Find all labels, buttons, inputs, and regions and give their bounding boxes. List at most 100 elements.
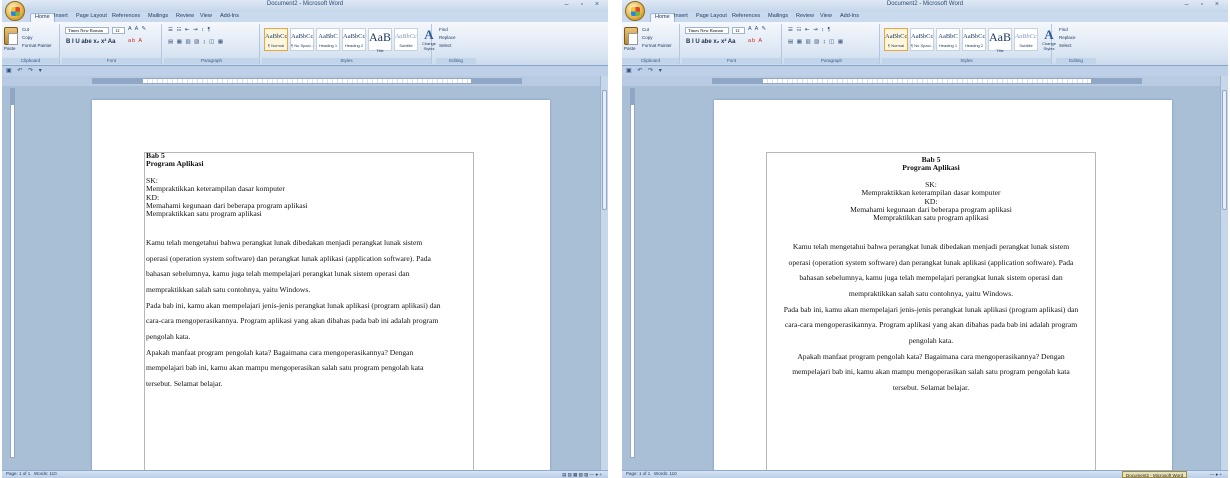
alignment-icons[interactable]: ▤ ▦ ▥ ▧ ↨ ◫ ▦ <box>168 39 224 45</box>
horizontal-ruler[interactable] <box>712 78 1142 84</box>
tab-page-layout[interactable]: Page Layout <box>76 13 107 19</box>
copy-button[interactable]: Copy <box>22 35 33 40</box>
style-title[interactable]: AaB Title <box>368 28 392 53</box>
tab-mailings[interactable]: Mailings <box>148 13 168 19</box>
tab-add-ins[interactable]: Add-Ins <box>840 13 859 19</box>
title-bar: Document2 - Microsoft Word – ▫ × <box>622 0 1228 12</box>
style-normal[interactable]: AaBbCcI ¶ Normal <box>884 28 908 51</box>
font-color-icon[interactable]: ab A <box>748 38 763 44</box>
body-line: mempraktikkan salah satu contohnya, yait… <box>146 284 311 294</box>
font-name-box[interactable]: Times New Roman <box>65 27 109 34</box>
tab-home[interactable]: Home <box>30 13 55 22</box>
style-name: Heading 1 <box>938 43 958 48</box>
select-button[interactable]: Select <box>439 43 452 48</box>
style-sample: AaBbCcI <box>291 33 313 40</box>
cut-button[interactable]: Cut <box>642 27 649 32</box>
style-subtitle[interactable]: AaBbCc Subtitle <box>394 28 418 51</box>
font-size-box[interactable]: 12 <box>732 27 745 34</box>
tab-references[interactable]: References <box>732 13 760 19</box>
find-button[interactable]: Find <box>439 27 448 32</box>
replace-button[interactable]: Replace <box>1059 35 1076 40</box>
style-subtitle[interactable]: AaBbCc Subtitle <box>1014 28 1038 51</box>
list-indent-icons[interactable]: ☰ ☷ ⇤ ⇥ ↕ ¶ <box>788 27 831 33</box>
office-button[interactable] <box>5 1 25 21</box>
grow-shrink-font-icons[interactable]: A A ✎ <box>128 26 147 32</box>
body-line: cara-cara mengoperasikannya. Program apl… <box>784 320 1078 330</box>
ribbon: Paste Cut Copy Format Painter Clipboard … <box>2 22 608 66</box>
save-undo-icons[interactable]: ▣ ↶ ↷ ▾ <box>6 67 44 74</box>
style-heading-1[interactable]: AaBbC Heading 1 <box>936 28 960 51</box>
word-count[interactable]: Words: 110 <box>654 471 677 476</box>
word-count[interactable]: Words: 110 <box>34 471 57 476</box>
vertical-scrollbar[interactable] <box>600 76 608 470</box>
style-title[interactable]: AaB Title <box>988 28 1012 53</box>
font-color-icon[interactable]: ab A <box>128 38 143 44</box>
paste-label: Paste <box>624 46 636 51</box>
tab-page-layout[interactable]: Page Layout <box>696 13 727 19</box>
style-sample: AaB <box>369 30 391 44</box>
window-controls[interactable]: – ▫ × <box>1185 1 1224 8</box>
paste-icon[interactable] <box>4 27 18 45</box>
tab-view[interactable]: View <box>200 13 212 19</box>
document-text-centered[interactable]: Bab 5 Program Aplikasi SK: Mempraktikkan… <box>766 155 1096 396</box>
status-bar: Page: 1 of 1 Words: 110 Document2 - Micr… <box>622 470 1228 478</box>
status-bar: Page: 1 of 1 Words: 110 ▤ ▥ ▦ ▧ ▨ — ● + <box>2 470 608 478</box>
taskbar-document-button[interactable]: Document2 - Microsoft Word <box>1122 471 1188 478</box>
document-page[interactable]: Bab 5 Program Aplikasi SK: Mempraktikkan… <box>714 100 1172 478</box>
paragraph-group: ☰ ☷ ⇤ ⇥ ↕ ¶ ▤ ▦ ▥ ▧ ↨ ◫ ▦ Paragraph <box>164 24 260 64</box>
paste-label: Paste <box>4 46 16 51</box>
cut-button[interactable]: Cut <box>22 27 29 32</box>
tab-mailings[interactable]: Mailings <box>768 13 788 19</box>
style-sample: AaBbCc <box>963 33 985 40</box>
tab-review[interactable]: Review <box>796 13 814 19</box>
style-no-spacing[interactable]: AaBbCcI ¶ No Spaci... <box>910 28 934 51</box>
font-name-box[interactable]: Times New Roman <box>685 27 729 34</box>
view-zoom-controls[interactable]: — ● + <box>1210 472 1222 477</box>
grow-shrink-font-icons[interactable]: A A ✎ <box>748 26 767 32</box>
format-buttons[interactable]: B I U abe x₂ x² Aa <box>66 39 115 45</box>
tab-insert[interactable]: Insert <box>674 13 688 19</box>
quick-access-toolbar: ▣ ↶ ↷ ▾ <box>2 66 608 76</box>
copy-button[interactable]: Copy <box>642 35 653 40</box>
find-button[interactable]: Find <box>1059 27 1068 32</box>
tab-insert[interactable]: Insert <box>54 13 68 19</box>
document-text-left-aligned[interactable]: Bab 5 Program Aplikasi SK: Mempraktikkan… <box>146 151 441 392</box>
body-line: operasi (operation system software) dan … <box>146 253 431 263</box>
style-heading-1[interactable]: AaBbC Heading 1 <box>316 28 340 51</box>
alignment-icons[interactable]: ▤ ▦ ▥ ▧ ↨ ◫ ▦ <box>788 39 844 45</box>
format-buttons[interactable]: B I U abe x₂ x² Aa <box>686 39 735 45</box>
document-page[interactable]: Bab 5 Program Aplikasi SK: Mempraktikkan… <box>92 100 550 478</box>
office-button[interactable] <box>625 1 645 21</box>
style-heading-2[interactable]: AaBbCc Heading 2 <box>962 28 986 51</box>
list-indent-icons[interactable]: ☰ ☷ ⇤ ⇥ ↕ ¶ <box>168 27 211 33</box>
vertical-ruler[interactable] <box>10 88 15 458</box>
scrollbar-thumb[interactable] <box>602 90 607 210</box>
scrollbar-thumb[interactable] <box>1222 90 1227 210</box>
vertical-scrollbar[interactable] <box>1220 76 1228 470</box>
view-zoom-controls[interactable]: ▤ ▥ ▦ ▧ ▨ — ● + <box>562 472 602 478</box>
horizontal-ruler[interactable] <box>92 78 522 84</box>
format-painter-button[interactable]: Format Painter <box>642 43 672 48</box>
style-heading-2[interactable]: AaBbCc Heading 2 <box>342 28 366 51</box>
vertical-ruler[interactable] <box>630 88 635 458</box>
style-normal[interactable]: AaBbCcI ¶ Normal <box>264 28 288 51</box>
window-controls[interactable]: – ▫ × <box>565 1 604 8</box>
save-undo-icons[interactable]: ▣ ↶ ↷ ▾ <box>626 67 664 74</box>
style-no-spacing[interactable]: AaBbCcI ¶ No Spaci... <box>290 28 314 51</box>
style-sample: AaBbCcI <box>265 33 287 40</box>
style-name: Title <box>376 48 384 53</box>
format-painter-button[interactable]: Format Painter <box>22 43 52 48</box>
replace-button[interactable]: Replace <box>439 35 456 40</box>
body-line: mempelajari bab ini, kamu akan mampu men… <box>792 367 1070 377</box>
tab-review[interactable]: Review <box>176 13 194 19</box>
paste-icon[interactable] <box>624 27 638 45</box>
tab-view[interactable]: View <box>820 13 832 19</box>
select-button[interactable]: Select <box>1059 43 1072 48</box>
style-sample: AaBbC <box>318 33 338 40</box>
status-page-count: Page: 1 of 1 Words: 110 <box>6 471 57 476</box>
tab-add-ins[interactable]: Add-Ins <box>220 13 239 19</box>
ribbon-tabs: Home Insert Page Layout References Maili… <box>2 12 608 22</box>
tab-home[interactable]: Home <box>650 13 675 22</box>
font-size-box[interactable]: 12 <box>112 27 125 34</box>
tab-references[interactable]: References <box>112 13 140 19</box>
